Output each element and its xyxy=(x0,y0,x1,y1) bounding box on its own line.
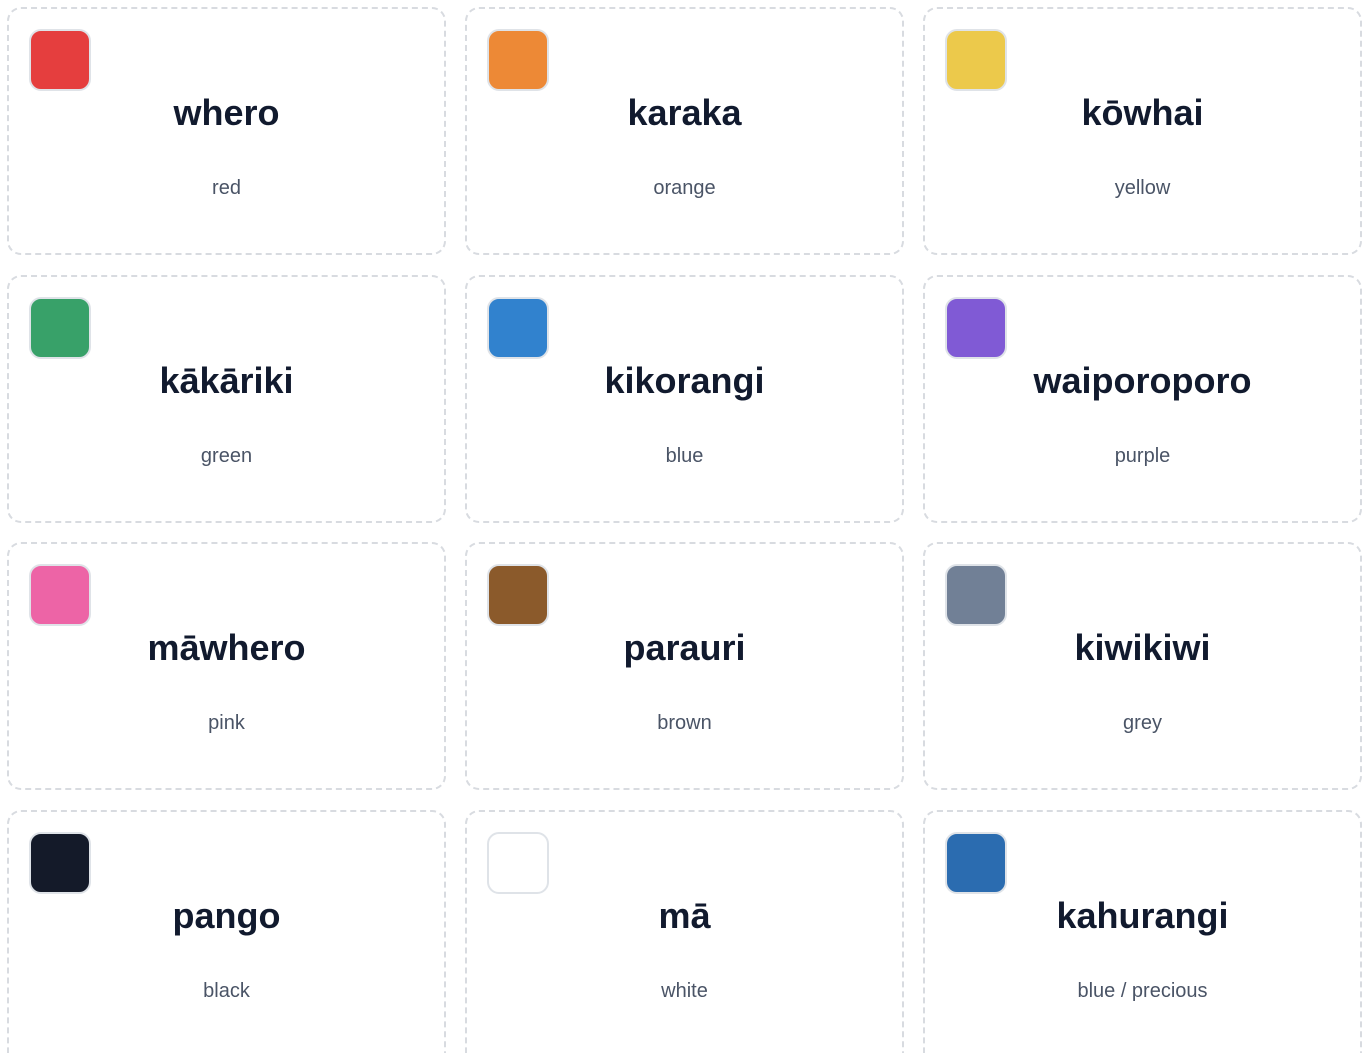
colour-swatch xyxy=(945,29,1007,91)
maori-word: kākāriki xyxy=(159,360,294,401)
card-kiwikiwi[interactable]: kiwikiwi grey xyxy=(923,542,1362,790)
card-whero[interactable]: whero red xyxy=(7,7,446,255)
card-waiporoporo[interactable]: waiporoporo purple xyxy=(923,275,1362,523)
colour-swatch xyxy=(945,832,1007,894)
card-kikorangi[interactable]: kikorangi blue xyxy=(465,275,904,523)
colour-swatch xyxy=(487,297,549,359)
maori-word: māwhero xyxy=(147,627,306,668)
colour-swatch xyxy=(487,564,549,626)
english-meaning: white xyxy=(661,980,708,1002)
colour-swatch xyxy=(29,297,91,359)
colour-swatch xyxy=(29,832,91,894)
maori-word: mā xyxy=(658,895,711,936)
card-karaka[interactable]: karaka orange xyxy=(465,7,904,255)
card-kahurangi[interactable]: kahurangi blue / precious xyxy=(923,810,1362,1053)
maori-word: kōwhai xyxy=(1081,92,1204,133)
card-kowhai[interactable]: kōwhai yellow xyxy=(923,7,1362,255)
colour-swatch xyxy=(945,297,1007,359)
card-parauri[interactable]: parauri brown xyxy=(465,542,904,790)
maori-word: pango xyxy=(172,895,281,936)
english-meaning: red xyxy=(212,177,241,199)
maori-word: kiwikiwi xyxy=(1074,627,1211,668)
maori-word: parauri xyxy=(623,627,746,668)
english-meaning: purple xyxy=(1114,445,1171,467)
english-meaning: grey xyxy=(1123,712,1162,734)
card-ma[interactable]: mā white xyxy=(465,810,904,1053)
english-meaning: brown xyxy=(657,712,712,734)
colour-card-grid: whero red karaka orange kōwhai yellow kā… xyxy=(0,0,1366,1053)
maori-word: karaka xyxy=(627,92,742,133)
colour-swatch xyxy=(945,564,1007,626)
english-meaning: yellow xyxy=(1114,177,1171,199)
english-meaning: green xyxy=(200,445,253,467)
colour-swatch xyxy=(29,564,91,626)
maori-word: kahurangi xyxy=(1056,895,1229,936)
card-kakariki[interactable]: kākāriki green xyxy=(7,275,446,523)
english-meaning: pink xyxy=(208,712,245,734)
english-meaning: orange xyxy=(653,177,716,199)
maori-word: kikorangi xyxy=(604,360,765,401)
colour-swatch xyxy=(29,29,91,91)
card-pango[interactable]: pango black xyxy=(7,810,446,1053)
card-mawhero[interactable]: māwhero pink xyxy=(7,542,446,790)
maori-word: whero xyxy=(173,92,280,133)
maori-word: waiporoporo xyxy=(1033,360,1252,401)
colour-swatch xyxy=(487,29,549,91)
colour-swatch xyxy=(487,832,549,894)
english-meaning: black xyxy=(203,980,250,1002)
english-meaning: blue / precious xyxy=(1077,980,1208,1002)
english-meaning: blue xyxy=(665,445,704,467)
